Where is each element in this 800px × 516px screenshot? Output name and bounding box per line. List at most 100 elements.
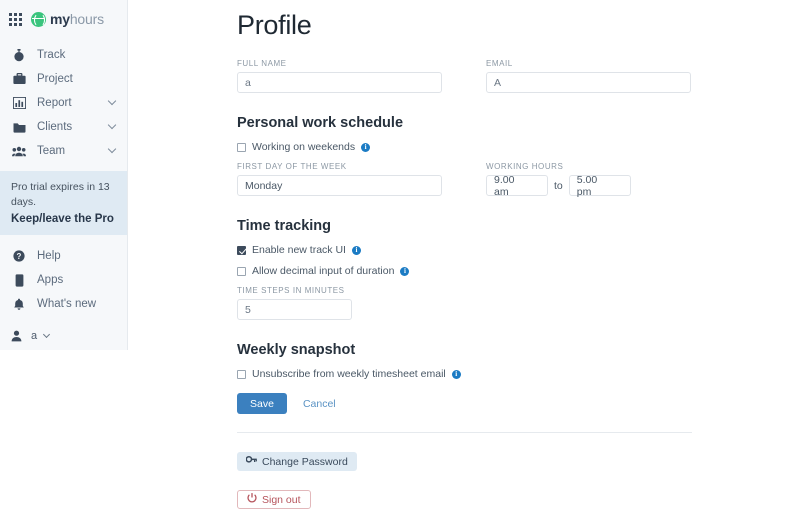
email-field-group: EMAIL <box>486 59 691 93</box>
unsubscribe-label: Unsubscribe from weekly timesheet email <box>252 368 446 380</box>
cancel-button[interactable]: Cancel <box>303 398 336 410</box>
form-actions: Save Cancel <box>237 393 800 414</box>
allow-decimal-input-checkbox[interactable] <box>237 266 246 276</box>
bar-chart-icon <box>11 96 27 110</box>
time-steps-field-group: TIME STEPS IN MINUTES <box>237 286 800 320</box>
user-icon <box>11 330 22 342</box>
page-title: Profile <box>237 10 312 40</box>
folder-icon <box>11 120 27 134</box>
end-time-select-wrap[interactable]: 5.00 pm <box>568 173 631 198</box>
myhours-logo-icon <box>31 11 46 27</box>
sidebar-item-team[interactable]: Team <box>0 139 127 163</box>
full-name-label: FULL NAME <box>237 59 287 68</box>
sidebar-item-apps[interactable]: Apps <box>0 268 127 292</box>
working-on-weekends-checkbox[interactable] <box>237 142 246 152</box>
start-time-select-wrap[interactable]: 9.00 am <box>486 173 548 198</box>
brand-hours: hours <box>69 11 104 27</box>
sidebar-item-label: What's new <box>37 298 97 311</box>
start-time-select[interactable]: 9.00 am <box>486 173 548 198</box>
power-icon <box>247 493 257 506</box>
enable-new-track-ui-label: Enable new track UI <box>252 244 346 256</box>
sidebar-item-project[interactable]: Project <box>0 67 127 91</box>
first-day-select-wrap[interactable]: Monday <box>237 175 442 196</box>
sidebar-item-label: Help <box>37 250 61 263</box>
profile-settings-page: myhours Track Project Report Clients Tea… <box>0 0 800 516</box>
sidebar-item-whats-new[interactable]: What's new <box>0 292 127 316</box>
app-grid-icon[interactable] <box>9 12 22 26</box>
unsubscribe-row[interactable]: Unsubscribe from weekly timesheet email … <box>237 368 800 380</box>
time-steps-input[interactable] <box>237 299 352 320</box>
sidebar-item-label: Team <box>37 145 66 157</box>
people-icon <box>11 144 27 158</box>
brand-header: myhours <box>0 0 127 30</box>
secondary-nav: ? Help Apps What's new <box>0 244 127 316</box>
account-name: a <box>31 330 38 343</box>
info-icon[interactable]: i <box>361 142 371 152</box>
first-day-value: Monday <box>245 179 283 192</box>
chevron-down-icon[interactable] <box>107 96 117 106</box>
save-button[interactable]: Save <box>237 393 287 414</box>
key-icon <box>245 455 257 468</box>
identity-fields-row: FULL NAME EMAIL <box>237 59 800 93</box>
chevron-down-icon[interactable] <box>43 331 51 339</box>
email-input[interactable] <box>486 72 691 93</box>
first-day-label: FIRST DAY OF THE WEEK <box>237 162 347 171</box>
working-hours-label: WORKING HOURS <box>486 162 564 171</box>
change-password-row: Change Password <box>237 433 800 471</box>
sidebar-item-label: Report <box>37 97 72 109</box>
apps-icon <box>11 273 27 287</box>
working-on-weekends-label: Working on weekends <box>252 141 356 153</box>
pro-trial-banner: Pro trial expires in 13 days. Keep/leave… <box>0 171 127 236</box>
sidebar-item-report[interactable]: Report <box>0 91 127 115</box>
sidebar-item-track[interactable]: Track <box>0 43 127 67</box>
section-title-time-tracking: Time tracking <box>237 218 332 234</box>
sidebar-item-label: Apps <box>37 274 64 287</box>
stopwatch-icon <box>11 48 27 62</box>
main-content: Profile FULL NAME EMAIL Personal work sc… <box>128 0 800 516</box>
section-title-weekly-snapshot: Weekly snapshot <box>237 342 356 358</box>
sidebar: myhours Track Project Report Clients Tea… <box>0 0 128 350</box>
full-name-input[interactable] <box>237 72 442 93</box>
sidebar-item-label: Clients <box>37 121 73 133</box>
sign-out-label: Sign out <box>262 493 301 506</box>
end-time-value: 5.00 pm <box>576 173 598 198</box>
brand-my: my <box>50 11 70 27</box>
full-name-field-group: FULL NAME <box>237 59 442 93</box>
brand-wordmark: myhours <box>50 12 104 26</box>
to-label: to <box>554 179 563 192</box>
end-time-select[interactable]: 5.00 pm <box>568 173 631 198</box>
info-icon[interactable]: i <box>400 266 410 276</box>
chevron-down-icon[interactable] <box>107 120 117 130</box>
change-password-label: Change Password <box>262 455 348 468</box>
svg-text:?: ? <box>17 252 22 261</box>
enable-new-track-ui-checkbox[interactable] <box>237 245 246 255</box>
sign-out-row: Sign out <box>237 471 800 509</box>
change-password-button[interactable]: Change Password <box>237 452 357 471</box>
info-icon[interactable]: i <box>351 245 361 255</box>
help-circle-icon: ? <box>11 249 27 263</box>
sidebar-item-clients[interactable]: Clients <box>0 115 127 139</box>
sidebar-item-label: Track <box>37 49 66 61</box>
enable-new-track-ui-row[interactable]: Enable new track UI i <box>237 244 800 256</box>
working-hours-field-group: WORKING HOURS 9.00 am to 5.00 pm <box>486 162 631 198</box>
allow-decimal-input-label: Allow decimal input of duration <box>252 265 395 277</box>
keep-leave-pro-link[interactable]: Keep/leave the Pro <box>11 213 116 225</box>
allow-decimal-input-row[interactable]: Allow decimal input of duration i <box>237 265 800 277</box>
sidebar-item-label: Project <box>37 73 73 85</box>
working-on-weekends-row[interactable]: Working on weekends i <box>237 141 800 153</box>
email-label: EMAIL <box>486 59 513 68</box>
info-icon[interactable]: i <box>451 369 461 379</box>
time-steps-label: TIME STEPS IN MINUTES <box>237 286 345 295</box>
working-hours-row: 9.00 am to 5.00 pm <box>486 173 631 198</box>
briefcase-icon <box>11 72 27 86</box>
unsubscribe-checkbox[interactable] <box>237 369 246 379</box>
start-time-value: 9.00 am <box>494 173 515 198</box>
account-menu[interactable]: a <box>0 325 127 347</box>
section-title-work-schedule: Personal work schedule <box>237 115 404 131</box>
first-day-select[interactable]: Monday <box>237 175 442 196</box>
first-day-field-group: FIRST DAY OF THE WEEK Monday <box>237 162 442 196</box>
chevron-down-icon[interactable] <box>107 144 117 154</box>
schedule-fields-row: FIRST DAY OF THE WEEK Monday WORKING HOU… <box>237 162 800 198</box>
sidebar-item-help[interactable]: ? Help <box>0 244 127 268</box>
sign-out-button[interactable]: Sign out <box>237 490 311 509</box>
